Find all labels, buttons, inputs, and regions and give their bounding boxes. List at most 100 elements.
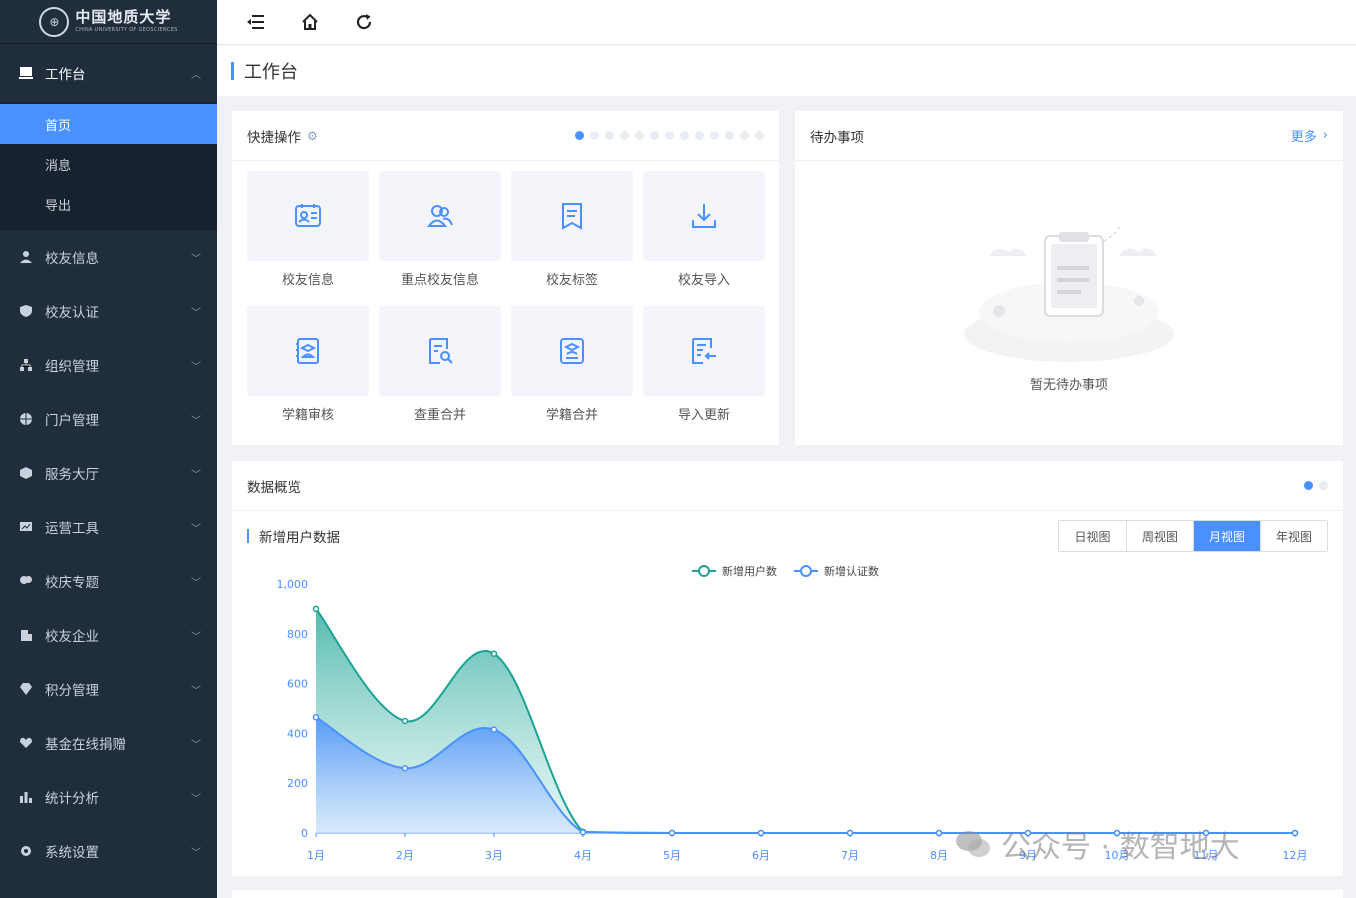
quick-action-label: 重点校友信息 bbox=[400, 273, 479, 288]
carousel-dot[interactable] bbox=[725, 131, 734, 140]
data-point[interactable] bbox=[401, 765, 409, 772]
home-icon[interactable] bbox=[300, 12, 320, 32]
quick-action-0[interactable]: 校友信息 bbox=[247, 171, 369, 306]
logo[interactable]: ⊕ 中国地质大学 CHINA UNIVERSITY OF GEOSCIENCES bbox=[0, 0, 217, 44]
quick-action-5[interactable]: 查重合并 bbox=[379, 306, 501, 441]
legend-item-0[interactable]: 新增用户数 bbox=[692, 564, 777, 578]
legend-label: 新增用户数 bbox=[722, 564, 777, 578]
quick-action-label: 校友信息 bbox=[281, 273, 334, 288]
y-tick-label: 800 bbox=[287, 628, 308, 641]
carousel-dot[interactable] bbox=[755, 131, 764, 140]
quick-action-4[interactable]: 学籍审核 bbox=[247, 306, 369, 441]
sidebar-item-label: 工作台 bbox=[45, 67, 86, 83]
carousel-dot[interactable] bbox=[680, 131, 689, 140]
quick-action-3[interactable]: 校友导入 bbox=[643, 171, 765, 306]
quick-action-tile bbox=[379, 306, 501, 396]
data-point[interactable] bbox=[935, 829, 943, 837]
legend-item-1[interactable]: 新增认证数 bbox=[794, 564, 879, 578]
sidebar-subitem-export[interactable]: 导出 bbox=[0, 184, 217, 224]
view-month-button[interactable]: 月视图 bbox=[1193, 521, 1260, 551]
data-point[interactable] bbox=[846, 829, 854, 837]
sidebar-item-1[interactable]: 校友认证 ﹀ bbox=[0, 284, 217, 338]
data-point[interactable] bbox=[401, 717, 409, 725]
data-point[interactable] bbox=[490, 726, 498, 733]
quick-action-2[interactable]: 校友标签 bbox=[511, 171, 633, 306]
carousel-dot[interactable] bbox=[620, 131, 629, 140]
data-point[interactable] bbox=[1291, 829, 1299, 837]
carousel-dot[interactable] bbox=[665, 131, 674, 140]
settings-gear-icon[interactable]: ⚙ bbox=[307, 129, 318, 143]
data-overview-card: 数据概览 新增用户数据 日视图 周视图 月视图 年视图 0 200 400 600 80… bbox=[232, 461, 1343, 876]
carousel-dot[interactable] bbox=[695, 131, 704, 140]
quick-action-label: 查重合并 bbox=[413, 408, 466, 423]
sidebar-item-workbench[interactable]: 工作台 ︿ bbox=[0, 44, 217, 102]
chevron-down-icon: ﹀ bbox=[191, 631, 201, 643]
sidebar-item-label: 门户管理 bbox=[45, 413, 99, 429]
logo-name-cn: 中国地质大学 bbox=[75, 8, 172, 26]
bar-chart-icon bbox=[18, 789, 34, 805]
sidebar-item-6[interactable]: 校庆专题 ﹀ bbox=[0, 554, 217, 608]
carousel-dot[interactable] bbox=[575, 131, 584, 140]
data-point[interactable] bbox=[579, 829, 587, 836]
x-tick-label: 9月 bbox=[1019, 849, 1037, 862]
y-tick-label: 1,000 bbox=[277, 578, 309, 591]
carousel-dot[interactable] bbox=[635, 131, 644, 140]
view-year-button[interactable]: 年视图 bbox=[1260, 521, 1327, 551]
chevron-down-icon: ﹀ bbox=[191, 415, 201, 427]
workbench-submenu: 首页 消息 导出 bbox=[0, 102, 217, 230]
view-day-button[interactable]: 日视图 bbox=[1059, 521, 1126, 551]
todo-empty-text: 暂无待办事项 bbox=[1029, 378, 1108, 393]
globe-icon bbox=[18, 411, 34, 427]
chevron-right-icon: › bbox=[1322, 128, 1328, 143]
refresh-icon[interactable] bbox=[354, 12, 374, 32]
doc-search-icon bbox=[429, 338, 453, 364]
carousel-dot[interactable] bbox=[650, 131, 659, 140]
quick-action-label: 学籍合并 bbox=[545, 408, 598, 423]
data-point[interactable] bbox=[1024, 829, 1032, 837]
data-point[interactable] bbox=[490, 650, 498, 657]
view-week-button[interactable]: 周视图 bbox=[1126, 521, 1193, 551]
next-card bbox=[232, 890, 1343, 898]
chevron-down-icon: ﹀ bbox=[191, 523, 201, 535]
sidebar-item-8[interactable]: 积分管理 ﹀ bbox=[0, 662, 217, 716]
menu-fold-icon[interactable] bbox=[246, 12, 266, 32]
sidebar-item-5[interactable]: 运营工具 ﹀ bbox=[0, 500, 217, 554]
quick-action-7[interactable]: 导入更新 bbox=[643, 306, 765, 441]
sidebar-subitem-home[interactable]: 首页 bbox=[0, 104, 217, 144]
chart-board-icon bbox=[18, 519, 34, 535]
quick-action-1[interactable]: 重点校友信息 bbox=[379, 171, 501, 306]
cube-icon bbox=[18, 465, 34, 481]
sidebar-item-4[interactable]: 服务大厅 ﹀ bbox=[0, 446, 217, 500]
sidebar-item-9[interactable]: 基金在线捐赠 ﹀ bbox=[0, 716, 217, 770]
sidebar-item-0[interactable]: 校友信息 ﹀ bbox=[0, 230, 217, 284]
carousel-dots bbox=[1304, 481, 1328, 490]
quick-action-tile bbox=[643, 171, 765, 261]
carousel-dot[interactable] bbox=[1319, 481, 1328, 490]
data-point[interactable] bbox=[668, 829, 676, 837]
data-point[interactable] bbox=[1113, 829, 1121, 837]
quick-action-label: 导入更新 bbox=[677, 408, 730, 423]
data-point[interactable] bbox=[312, 605, 320, 613]
sidebar-item-3[interactable]: 门户管理 ﹀ bbox=[0, 392, 217, 446]
quick-action-6[interactable]: 学籍合并 bbox=[511, 306, 633, 441]
balloon-icon bbox=[18, 573, 34, 589]
data-point[interactable] bbox=[757, 829, 765, 837]
carousel-dot[interactable] bbox=[740, 131, 749, 140]
data-point[interactable] bbox=[312, 713, 320, 721]
carousel-dot[interactable] bbox=[590, 131, 599, 140]
y-tick-label: 600 bbox=[287, 678, 308, 691]
x-tick-label: 5月 bbox=[663, 849, 681, 862]
sidebar-item-7[interactable]: 校友企业 ﹀ bbox=[0, 608, 217, 662]
carousel-dot[interactable] bbox=[1304, 481, 1313, 490]
sidebar-item-10[interactable]: 统计分析 ﹀ bbox=[0, 770, 217, 824]
chart-subtitle: 新增用户数据 bbox=[259, 530, 340, 546]
sidebar-subitem-messages[interactable]: 消息 bbox=[0, 144, 217, 184]
sidebar-item-2[interactable]: 组织管理 ﹀ bbox=[0, 338, 217, 392]
carousel-dot[interactable] bbox=[605, 131, 614, 140]
sidebar-item-label: 系统设置 bbox=[45, 845, 99, 861]
carousel-dot[interactable] bbox=[710, 131, 719, 140]
sidebar-item-11[interactable]: 系统设置 ﹀ bbox=[0, 824, 217, 878]
more-link[interactable]: 更多 › bbox=[1291, 126, 1328, 145]
data-point[interactable] bbox=[1202, 829, 1210, 837]
quick-action-tile bbox=[643, 306, 765, 396]
